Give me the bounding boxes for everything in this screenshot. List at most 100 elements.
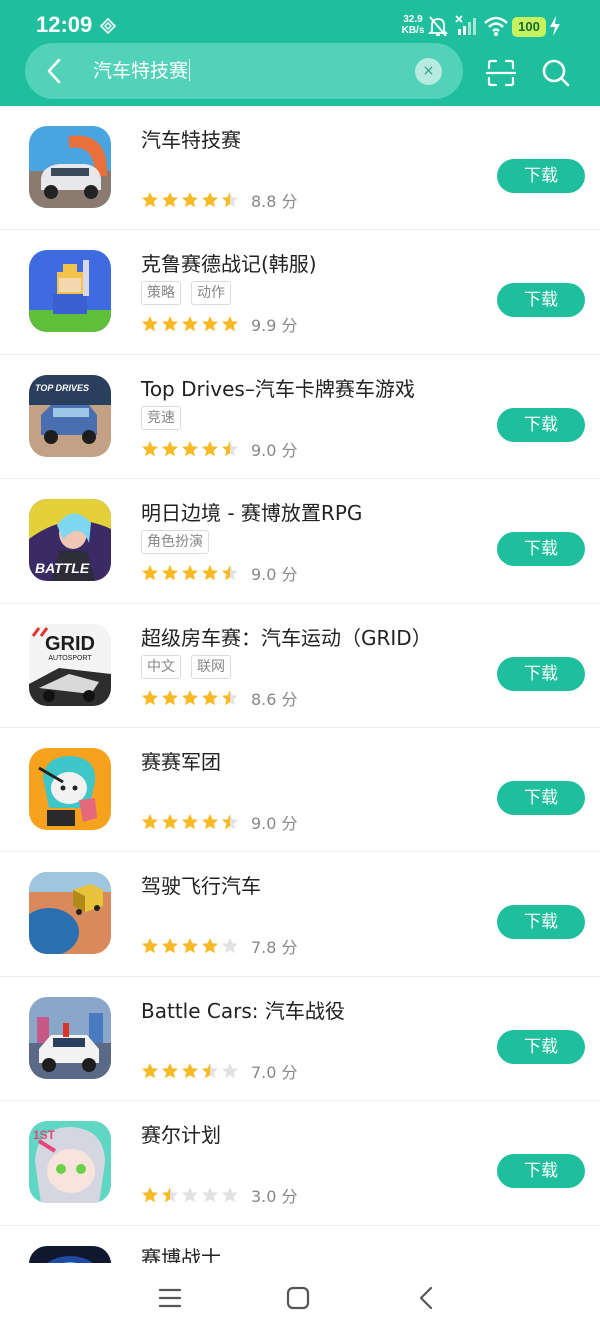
- app-name[interactable]: 汽车特技赛: [141, 124, 241, 153]
- app-tag: 竞速: [141, 405, 181, 430]
- app-name[interactable]: 明日边境 - 赛博放置RPG: [141, 497, 362, 526]
- network-speed: 32.9 KB/s: [401, 14, 425, 36]
- list-item[interactable]: 1ST 赛尔计划 3.0 分 下载: [0, 1101, 600, 1226]
- clear-icon[interactable]: ×: [415, 58, 442, 85]
- star-icon: [142, 1062, 158, 1079]
- app-icon-crusaders[interactable]: [29, 250, 111, 333]
- app-name[interactable]: 赛赛军团: [141, 746, 221, 775]
- scan-icon[interactable]: [486, 58, 516, 88]
- wifi-icon: [484, 16, 508, 36]
- search-results-list[interactable]: 汽车特技赛 8.8 分 下载 克鲁赛德战记(韩服) 策略 动作 9.9 分 下载…: [0, 106, 600, 1263]
- app-name[interactable]: Battle Cars: 汽车战役: [141, 995, 345, 1024]
- app-rating: 8.8 分: [141, 188, 298, 212]
- app-name[interactable]: Top Drives–汽车卡牌赛车游戏: [141, 373, 415, 402]
- list-item[interactable]: 克鲁赛德战记(韩服) 策略 动作 9.9 分 下载: [0, 230, 600, 355]
- list-item[interactable]: 汽车特技赛 8.8 分 下载: [0, 106, 600, 231]
- star-icon: [202, 192, 218, 208]
- menu-icon[interactable]: [157, 1285, 183, 1311]
- app-rating: 8.6 分: [141, 686, 298, 710]
- text-caret: [189, 59, 191, 81]
- list-item[interactable]: BATTLE 明日边境 - 赛博放置RPG 角色扮演 9.0 分 下载: [0, 479, 600, 604]
- mute-icon: [428, 16, 448, 37]
- app-tag: 角色扮演: [141, 530, 209, 555]
- star-icon: [222, 440, 238, 457]
- list-item[interactable]: 驾驶飞行汽车 7.8 分 下载: [0, 852, 600, 977]
- app-icon-top-drives[interactable]: TOP DRIVES: [29, 374, 111, 457]
- star-icon: [182, 316, 198, 332]
- back-arrow-icon[interactable]: [40, 56, 70, 86]
- download-button[interactable]: 下载: [497, 407, 585, 442]
- download-button[interactable]: 下载: [497, 1029, 585, 1064]
- app-icon-sair-project[interactable]: 1ST: [29, 1121, 111, 1204]
- app-icon-stunt-car[interactable]: [29, 126, 111, 208]
- app-icon-battle-cars[interactable]: [29, 996, 111, 1079]
- star-icon: [222, 192, 238, 208]
- star-icon: [162, 316, 178, 332]
- star-icon: [142, 938, 158, 954]
- list-item[interactable]: 赛博战士: [0, 1226, 600, 1263]
- star-rating: [141, 440, 239, 458]
- back-icon[interactable]: [414, 1285, 440, 1311]
- star-icon: [202, 689, 218, 705]
- star-icon: [202, 316, 218, 332]
- battle-logo-text: BATTLE: [35, 560, 90, 576]
- list-item[interactable]: 赛赛军团 9.0 分 下载: [0, 728, 600, 853]
- star-icon: [162, 938, 178, 954]
- status-bar: 12:09 32.9 KB/s 100: [0, 0, 600, 46]
- app-rating: 9.0 分: [141, 810, 298, 834]
- search-input[interactable]: 汽车特技赛: [93, 57, 191, 85]
- app-rating: 7.8 分: [141, 934, 298, 958]
- no-signal-icon: [455, 15, 476, 35]
- app-rating: 3.0 分: [141, 1183, 298, 1207]
- app-name[interactable]: 驾驶飞行汽车: [141, 870, 261, 899]
- download-button[interactable]: 下载: [497, 532, 585, 567]
- star-icon: [142, 192, 158, 208]
- charging-icon: [550, 16, 560, 36]
- app-score: 9.0 分: [251, 565, 298, 585]
- app-name[interactable]: 超级房车赛：汽车运动（GRID）: [141, 622, 432, 651]
- app-rating: 9.0 分: [141, 437, 298, 461]
- star-rating: [141, 813, 239, 831]
- star-icon: [162, 1062, 178, 1079]
- star-icon: [142, 813, 158, 830]
- star-icon: [182, 1187, 198, 1203]
- star-icon: [202, 813, 218, 830]
- star-icon: [162, 440, 178, 457]
- app-icon-battle-night[interactable]: BATTLE: [29, 499, 111, 582]
- search-box[interactable]: [25, 43, 463, 99]
- download-button[interactable]: 下载: [497, 905, 585, 940]
- battery-indicator: 100: [512, 17, 546, 37]
- list-item[interactable]: GRID AUTOSPORT 超级房车赛：汽车运动（GRID） 中文 联网 8.…: [0, 604, 600, 728]
- star-icon: [202, 1187, 218, 1203]
- app-icon-saisai-legion[interactable]: [29, 747, 111, 830]
- star-rating: [141, 564, 239, 582]
- app-icon-grid-autosport[interactable]: GRID AUTOSPORT: [29, 623, 111, 706]
- list-item[interactable]: Battle Cars: 汽车战役 7.0 分 下载: [0, 977, 600, 1102]
- list-item[interactable]: TOP DRIVES Top Drives–汽车卡牌赛车游戏 竞速 9.0 分 …: [0, 355, 600, 480]
- grid-logo-text: GRID: [45, 633, 95, 655]
- app-rating: 9.9 分: [141, 312, 298, 336]
- app-name[interactable]: 赛尔计划: [141, 1119, 221, 1148]
- autosport-logo-text: AUTOSPORT: [48, 655, 92, 662]
- app-icon-flying-car[interactable]: [29, 872, 111, 955]
- star-icon: [162, 813, 178, 830]
- download-button[interactable]: 下载: [497, 1154, 585, 1189]
- app-icon-cyber-warrior[interactable]: [29, 1245, 111, 1263]
- app-score: 9.0 分: [251, 440, 298, 460]
- download-button[interactable]: 下载: [497, 656, 585, 691]
- home-icon[interactable]: [285, 1285, 311, 1311]
- star-icon: [222, 938, 238, 954]
- download-button[interactable]: 下载: [497, 780, 585, 815]
- app-tags: 竞速: [141, 405, 181, 430]
- app-tag: 策略: [141, 281, 181, 306]
- search-icon[interactable]: [541, 58, 571, 88]
- status-time: 12:09: [36, 12, 93, 37]
- app-name[interactable]: 克鲁赛德战记(韩服): [141, 248, 317, 277]
- download-button[interactable]: 下载: [497, 283, 585, 318]
- star-icon: [202, 565, 218, 581]
- download-button[interactable]: 下载: [497, 159, 585, 193]
- app-name[interactable]: 赛博战士: [141, 1242, 221, 1263]
- first-logo-text: 1ST: [33, 1128, 56, 1142]
- app-score: 7.8 分: [251, 938, 298, 958]
- search-query-text: 汽车特技赛: [93, 60, 189, 82]
